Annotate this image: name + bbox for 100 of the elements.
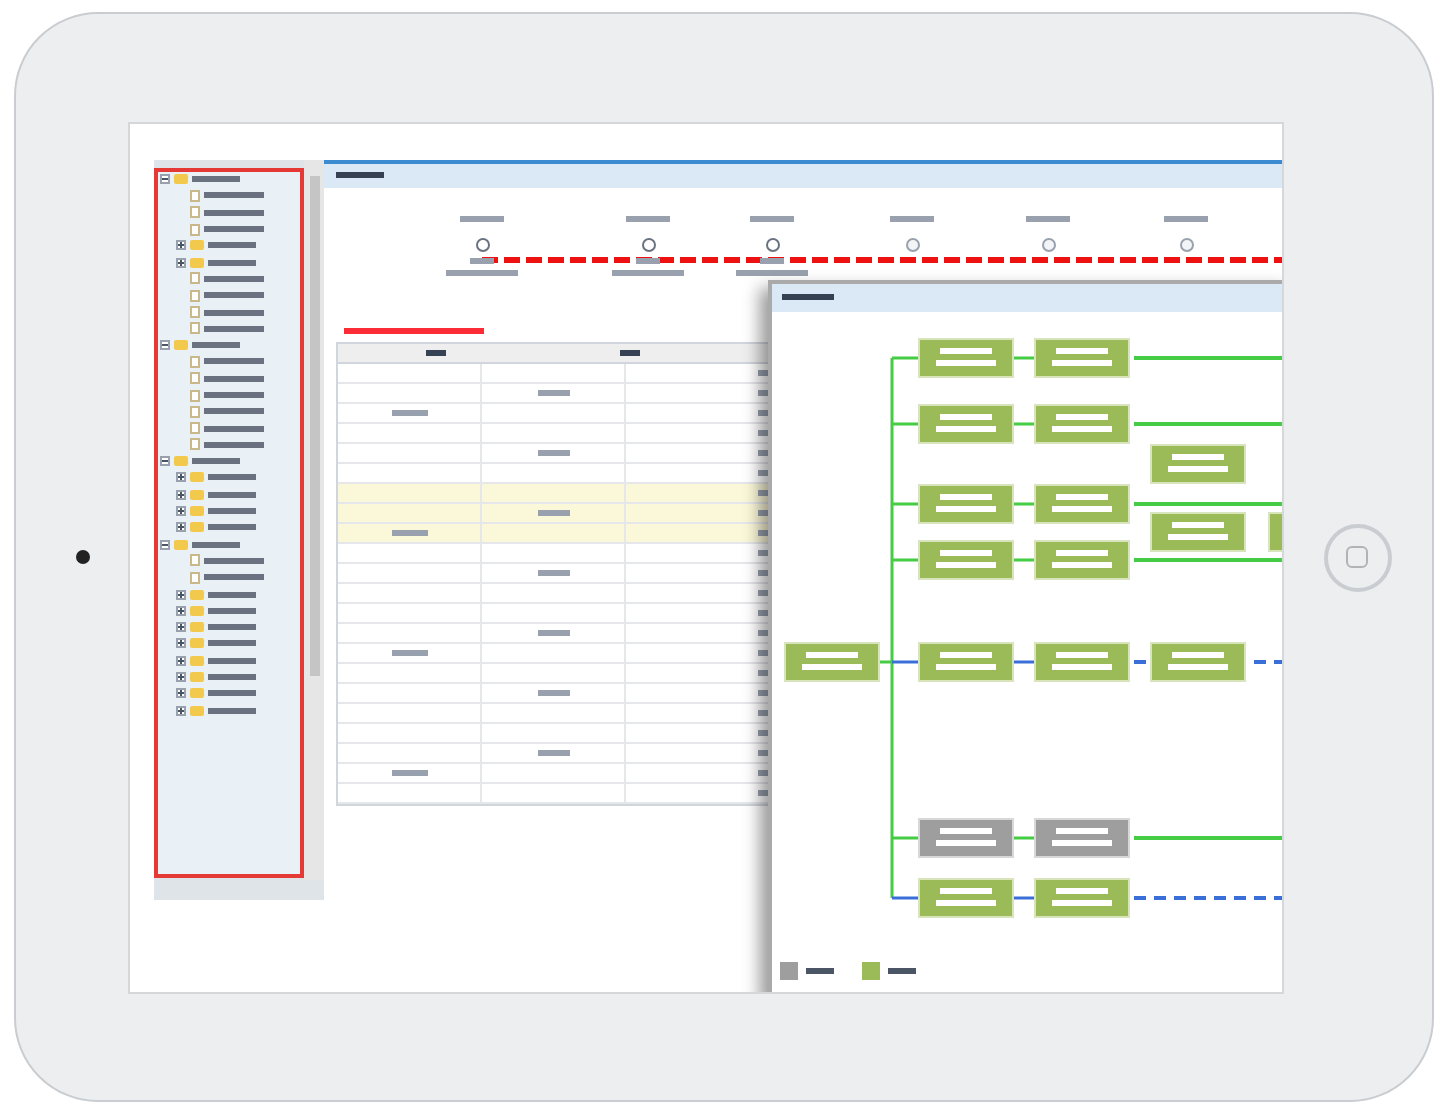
expand-toggle[interactable]: [176, 605, 186, 616]
expand-toggle[interactable]: [176, 506, 186, 517]
flow-node[interactable]: [1150, 641, 1246, 681]
blurred-text: [192, 342, 240, 349]
flow-node[interactable]: [1150, 511, 1246, 551]
branch-connector: [892, 557, 918, 561]
branch-connector: [1014, 895, 1034, 899]
blurred-text: [537, 689, 569, 695]
blurred-text: [446, 269, 518, 275]
expand-toggle[interactable]: [176, 688, 186, 699]
blurred-text: [1056, 550, 1108, 556]
blurred-text: [940, 828, 992, 834]
expand-toggle[interactable]: [176, 240, 186, 251]
blurred-text: [344, 327, 484, 333]
flow-node[interactable]: [784, 641, 880, 681]
blurred-text: [208, 690, 256, 697]
blurred-text: [936, 360, 996, 366]
blurred-text: [208, 707, 256, 714]
blurred-text: [204, 408, 264, 415]
expand-toggle[interactable]: [176, 257, 186, 268]
expand-toggle[interactable]: [176, 638, 186, 649]
blurred-text: [208, 242, 256, 249]
blurred-text: [391, 769, 427, 775]
blurred-text: [391, 649, 427, 655]
branch-connector: [892, 501, 918, 505]
flow-node[interactable]: [918, 641, 1014, 681]
flow-node[interactable]: [1034, 337, 1130, 377]
flow-node[interactable]: [918, 483, 1014, 523]
blurred-text: [204, 209, 264, 216]
expand-toggle[interactable]: [176, 655, 186, 666]
branch-connector: [892, 835, 918, 839]
collapse-toggle[interactable]: [160, 456, 170, 467]
flow-node[interactable]: [918, 337, 1014, 377]
blurred-text: [936, 840, 996, 846]
branch-connector: [892, 421, 918, 425]
blurred-text: [537, 629, 569, 635]
folder-icon: [174, 340, 188, 351]
flow-node[interactable]: [1034, 817, 1130, 857]
expand-toggle[interactable]: [176, 705, 186, 716]
blurred-text: [204, 292, 264, 299]
branch-connector: [1014, 355, 1034, 359]
blurred-text: [204, 226, 264, 233]
collapse-toggle[interactable]: [160, 174, 170, 185]
expand-toggle[interactable]: [176, 589, 186, 600]
collapse-toggle[interactable]: [160, 539, 170, 550]
blurred-text: [537, 509, 569, 515]
blurred-text: [1056, 888, 1108, 894]
blurred-text: [208, 591, 256, 598]
flow-node[interactable]: [1034, 483, 1130, 523]
blurred-text: [336, 172, 384, 178]
blurred-text: [1172, 522, 1224, 528]
expand-toggle[interactable]: [176, 522, 186, 533]
blurred-text: [1168, 466, 1228, 472]
flow-node[interactable]: [918, 877, 1014, 917]
flow-node[interactable]: [1034, 539, 1130, 579]
blurred-text: [192, 458, 240, 465]
blurred-text: [204, 358, 264, 365]
flow-node[interactable]: [918, 817, 1014, 857]
blurred-text: [204, 557, 264, 564]
home-button[interactable]: [1323, 523, 1391, 591]
blurred-text: [636, 257, 660, 263]
expand-toggle[interactable]: [176, 672, 186, 683]
branch-connector: [892, 895, 918, 899]
flow-node[interactable]: [1034, 641, 1130, 681]
blurred-text: [208, 657, 256, 664]
blurred-text: [940, 888, 992, 894]
blurred-text: [750, 215, 794, 221]
blurred-text: [1052, 840, 1112, 846]
blurred-text: [1052, 426, 1112, 432]
blurred-text: [1052, 360, 1112, 366]
blurred-text: [204, 441, 264, 448]
blurred-text: [460, 215, 504, 221]
blurred-text: [204, 425, 264, 432]
flow-node[interactable]: [1150, 443, 1246, 483]
blurred-text: [936, 664, 996, 670]
blurred-text: [760, 257, 784, 263]
expand-toggle[interactable]: [176, 489, 186, 500]
blurred-text: [1168, 534, 1228, 540]
flow-node[interactable]: [1034, 877, 1130, 917]
blurred-text: [391, 409, 427, 415]
blurred-text: [208, 624, 256, 631]
expand-toggle[interactable]: [176, 622, 186, 633]
blurred-text: [1056, 414, 1108, 420]
collapse-toggle[interactable]: [160, 340, 170, 351]
flow-node[interactable]: [1034, 403, 1130, 443]
blurred-text: [204, 375, 264, 382]
flow-node[interactable]: [918, 403, 1014, 443]
blurred-text: [940, 348, 992, 354]
blurred-text: [612, 269, 684, 275]
blurred-text: [1052, 664, 1112, 670]
blurred-text: [208, 508, 256, 515]
blurred-text: [391, 529, 427, 535]
blurred-text: [470, 257, 494, 263]
blurred-text: [936, 426, 996, 432]
blurred-text: [1052, 900, 1112, 906]
blurred-text: [537, 389, 569, 395]
expand-toggle[interactable]: [176, 472, 186, 483]
branch-connector: [892, 659, 918, 663]
flow-node[interactable]: [918, 539, 1014, 579]
blurred-text: [936, 562, 996, 568]
